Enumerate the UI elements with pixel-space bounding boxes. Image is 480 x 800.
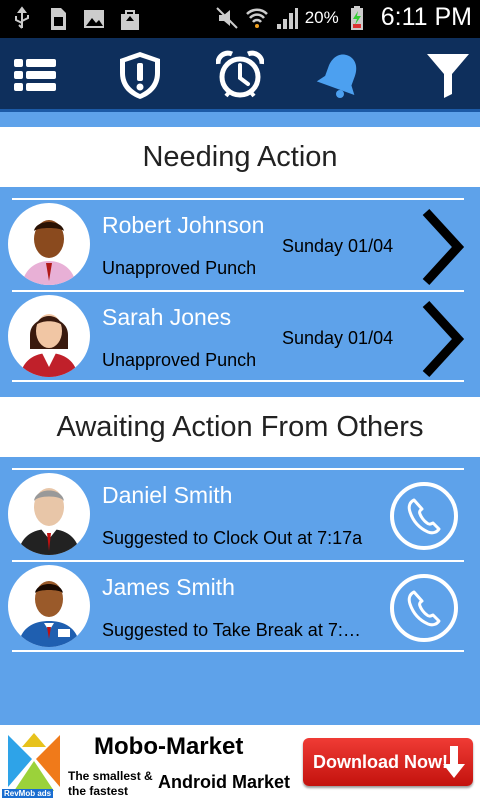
toolbar: [0, 38, 480, 112]
arrow-down-icon: [443, 746, 465, 778]
ad-network-label: RevMob ads: [2, 789, 54, 798]
person-avatar-icon: [18, 488, 80, 555]
wifi-icon: [245, 8, 268, 28]
menu-list-icon: [14, 59, 56, 91]
needing-action-header: Needing Action: [0, 127, 480, 187]
mobo-market-logo-icon: [8, 733, 60, 791]
ad-title: Mobo-Market: [94, 733, 244, 760]
suggestion-text: Suggested to Take Break at 7:…: [102, 620, 361, 640]
person-name: Robert Johnson: [102, 212, 265, 238]
list-item-needing-action[interactable]: Sarah Jones Sunday 01/04 Unapproved Punc…: [8, 290, 464, 382]
awaiting-action-title: Awaiting Action From Others: [56, 411, 424, 443]
ad-tagline: The smallest &: [68, 769, 153, 783]
avatar: [8, 203, 90, 285]
download-now-button[interactable]: Download Now!: [303, 738, 473, 786]
sim-card-icon: [51, 8, 66, 30]
clock-time: 6:11 PM: [380, 3, 472, 31]
avatar: [8, 473, 90, 555]
punch-status: Unapproved Punch: [102, 350, 257, 370]
person-name: James Smith: [102, 574, 235, 600]
alarm-clock-icon: [216, 50, 264, 98]
list-item-awaiting-action[interactable]: James Smith Suggested to Take Break at 7…: [8, 560, 464, 652]
punch-status: Unapproved Punch: [102, 258, 257, 278]
phone-call-icon[interactable]: [388, 572, 460, 644]
phone-call-icon[interactable]: [388, 480, 460, 552]
battery-percent: 20%: [304, 7, 339, 27]
alarm-button[interactable]: [216, 50, 264, 100]
menu-list-button[interactable]: [12, 50, 60, 100]
person-avatar-icon: [18, 581, 80, 647]
avatar: [8, 565, 90, 647]
awaiting-action-header: Awaiting Action From Others: [0, 397, 480, 457]
suggestion-text: Suggested to Clock Out at 7:17a: [102, 528, 363, 548]
ad-tagline: the fastest: [68, 784, 129, 798]
list-item-needing-action[interactable]: Robert Johnson Sunday 01/04 Unapproved P…: [8, 198, 464, 290]
notifications-button[interactable]: [316, 50, 364, 100]
battery-charging-icon: [350, 5, 363, 30]
person-name: Daniel Smith: [102, 482, 233, 508]
shield-alert-icon: [120, 52, 160, 99]
avatar: [8, 295, 90, 377]
filter-icon: [427, 54, 469, 98]
signal-icon: [276, 7, 298, 29]
alerts-button[interactable]: [116, 50, 164, 100]
person-avatar-icon: [22, 220, 76, 285]
punch-date: Sunday 01/04: [282, 328, 394, 348]
usb-icon: [15, 6, 29, 29]
mute-icon: [216, 6, 238, 29]
shopping-bag-icon: [121, 10, 139, 30]
ad-subtitle: Android Market: [158, 772, 291, 792]
status-bar: 20% 6:11 PM: [0, 0, 480, 38]
chevron-right-icon[interactable]: [420, 300, 464, 378]
person-avatar-icon: [20, 314, 78, 377]
bell-icon: [316, 54, 357, 98]
filter-button[interactable]: [424, 50, 472, 100]
image-icon: [84, 10, 104, 28]
needing-action-title: Needing Action: [142, 141, 338, 173]
download-button-label: Download Now!: [313, 751, 448, 772]
person-name: Sarah Jones: [102, 304, 232, 330]
list-item-awaiting-action[interactable]: Daniel Smith Suggested to Clock Out at 7…: [8, 468, 464, 560]
ad-banner[interactable]: RevMob ads Mobo-Market The smallest & th…: [0, 725, 480, 800]
punch-date: Sunday 01/04: [282, 236, 394, 256]
chevron-right-icon[interactable]: [420, 208, 464, 286]
